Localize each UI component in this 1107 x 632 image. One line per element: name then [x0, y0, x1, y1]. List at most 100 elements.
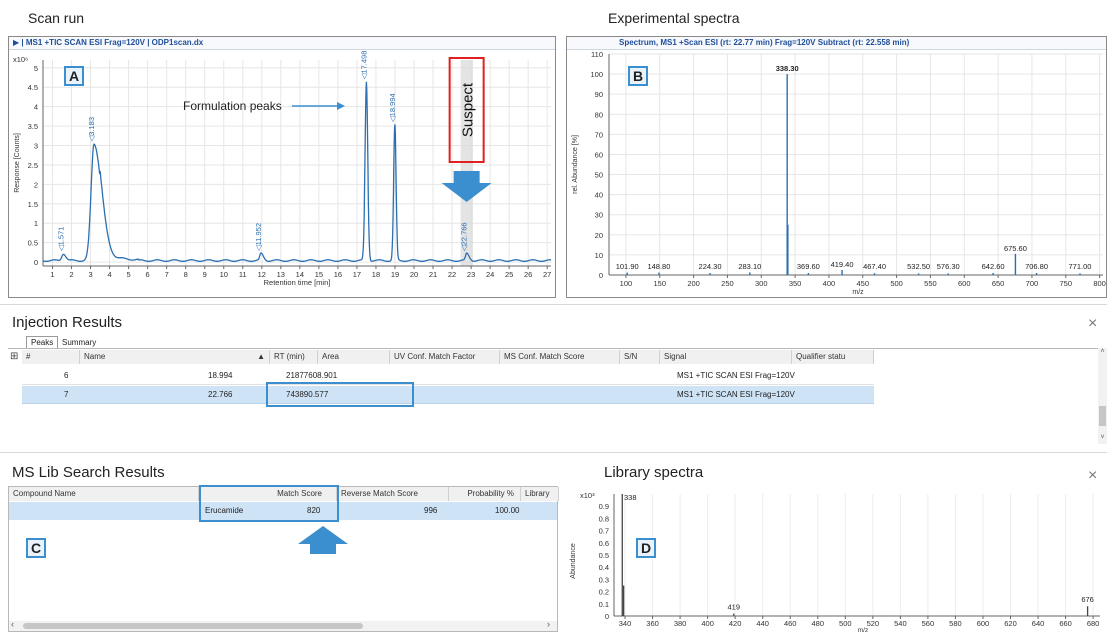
col-name[interactable]: Name ▲: [80, 350, 270, 364]
x-tick-label: 23: [467, 270, 475, 279]
row-signal: MS1 +TIC SCAN ESI Frag=120V: [677, 390, 795, 399]
close-injection-icon[interactable]: ×: [1088, 316, 1097, 332]
x-tick-label: 300: [755, 279, 768, 288]
y-tick-label: 60: [595, 150, 603, 159]
scroll-up-icon[interactable]: ˄: [1098, 348, 1107, 355]
peak-label: ◁11.952: [254, 223, 263, 251]
y-tick-label: 0.7: [599, 527, 609, 536]
table-row-selected[interactable]: 7 22.766 743890.577 MS1 +TIC SCAN ESI Fr…: [22, 386, 874, 404]
y-tick-label: 4.5: [28, 83, 38, 92]
panel-label-c: C: [26, 538, 46, 558]
y-axis-label: rel. Abundance [%]: [572, 135, 579, 194]
divider-top: [0, 304, 1107, 305]
col-qualifier[interactable]: Qualifier statu: [792, 350, 874, 364]
formulation-peaks-label: Formulation peaks: [183, 99, 282, 113]
experimental-spectra-plot: 100 150 200 250 300 350 400 450 500 550 600 650 700 7…: [572, 50, 1106, 296]
injection-table: ⊞ # Name ▲ RT (min) Area UV Conf. Match F…: [8, 348, 1100, 407]
scroll-down-icon[interactable]: ˅: [1098, 434, 1107, 441]
y-axis-label: Response [Counts]: [14, 133, 21, 193]
y-tick-label: 0.5: [599, 551, 609, 560]
injection-results-title: Injection Results: [12, 314, 123, 331]
row-num: 6: [64, 371, 69, 380]
y-tick-label: 0.5: [28, 239, 38, 248]
col-signal[interactable]: Signal: [660, 350, 792, 364]
col-uv[interactable]: UV Conf. Match Factor: [390, 350, 500, 364]
col-probability[interactable]: Probability %: [449, 487, 521, 501]
panel-label-b: B: [628, 66, 648, 86]
peak-label: 706.80: [1025, 262, 1048, 271]
row-rt: 22.766: [208, 390, 233, 399]
peak-label: 283.10: [738, 262, 761, 271]
arrow-down-icon: [441, 171, 492, 202]
y-tick-label: 0: [605, 612, 609, 621]
y-tick-label: 0: [599, 271, 603, 280]
x-tick-label: 20: [410, 270, 418, 279]
x-tick-label: 360: [646, 619, 659, 628]
y-tick-label: 2.5: [28, 161, 38, 170]
scrollbar-thumb[interactable]: [1099, 406, 1106, 426]
x-tick-label: 11: [239, 270, 247, 279]
ms-lib-search-title: MS Lib Search Results: [12, 464, 165, 481]
x-tick-label: 340: [619, 619, 632, 628]
sort-asc-icon: ▲: [257, 352, 265, 361]
x-tick-label: 600: [958, 279, 971, 288]
col-ms[interactable]: MS Conf. Match Score: [500, 350, 620, 364]
col-library[interactable]: Library: [521, 487, 559, 501]
x-tick-label: 640: [1032, 619, 1045, 628]
ms-lib-hscrollbar[interactable]: ‹ ›: [9, 619, 557, 631]
y-tick-label: 0.4: [599, 563, 609, 572]
library-spectra-title: Library spectra: [604, 464, 704, 481]
y-tick-label: 10: [595, 251, 603, 260]
x-tick-label: 600: [977, 619, 990, 628]
x-tick-label: 150: [653, 279, 666, 288]
y-tick-label: 2: [34, 180, 38, 189]
x-tick-label: 400: [701, 619, 714, 628]
col-rt[interactable]: RT (min): [270, 350, 318, 364]
x-tick-label: 27: [543, 270, 551, 279]
x-tick-label: 700: [1026, 279, 1039, 288]
suspect-label: Suspect: [460, 82, 477, 137]
col-area[interactable]: Area: [318, 350, 390, 364]
y-tick-label: 80: [595, 110, 603, 119]
scan-run-title: Scan run: [28, 10, 85, 26]
y-tick-label: 90: [595, 90, 603, 99]
peak-label: 101.90: [616, 262, 639, 271]
close-library-icon[interactable]: ×: [1088, 468, 1097, 484]
x-tick-label: 480: [812, 619, 825, 628]
x-axis-label: m/z: [852, 289, 864, 296]
peak-label: ◁1.571: [56, 227, 65, 252]
x-tick-label: 17: [353, 270, 361, 279]
col-sn[interactable]: S/N: [620, 350, 660, 364]
x-tick-label: 380: [674, 619, 687, 628]
scan-run-chart: ▶ | MS1 +TIC SCAN ESI Frag=120V | ODP1sc…: [8, 36, 556, 298]
x-tick-label: 1: [50, 270, 54, 279]
experimental-spectra-title: Experimental spectra: [608, 10, 740, 26]
injection-scrollbar[interactable]: ˄ ˅: [1098, 348, 1107, 444]
y-tick-label: 3: [34, 142, 38, 151]
scrollbar-thumb[interactable]: [23, 623, 363, 629]
x-tick-label: 8: [184, 270, 188, 279]
match-score-highlight: [199, 485, 339, 522]
rt-area-highlight: [266, 382, 414, 407]
x-tick-label: 7: [165, 270, 169, 279]
panel-label-d: D: [636, 538, 656, 558]
x-tick-label: 4: [108, 270, 112, 279]
table-row[interactable]: 6 18.994 21877608.901 MS1 +TIC SCAN ESI …: [22, 368, 874, 385]
row-rt: 18.994: [208, 371, 233, 380]
y-tick-label: 4: [34, 103, 38, 112]
x-tick-label: 250: [721, 279, 734, 288]
col-reverse-match[interactable]: Reverse Match Score: [337, 487, 449, 501]
col-num[interactable]: #: [22, 350, 80, 364]
column-chooser-icon[interactable]: ⊞: [10, 352, 20, 362]
x-tick-label: 100: [620, 279, 633, 288]
y-tick-label: 50: [595, 171, 603, 180]
scroll-right-icon[interactable]: ›: [547, 619, 550, 629]
x-tick-label: 18: [372, 270, 380, 279]
peak-label: 338.30: [776, 64, 799, 73]
peak-label: ◁3.183: [87, 117, 96, 142]
col-compound-name[interactable]: Compound Name: [9, 487, 199, 501]
y-tick-label: 0.1: [599, 600, 609, 609]
y-exponent: x10³: [580, 491, 595, 500]
y-tick-label: 0.6: [599, 539, 609, 548]
scroll-left-icon[interactable]: ‹: [11, 619, 14, 629]
